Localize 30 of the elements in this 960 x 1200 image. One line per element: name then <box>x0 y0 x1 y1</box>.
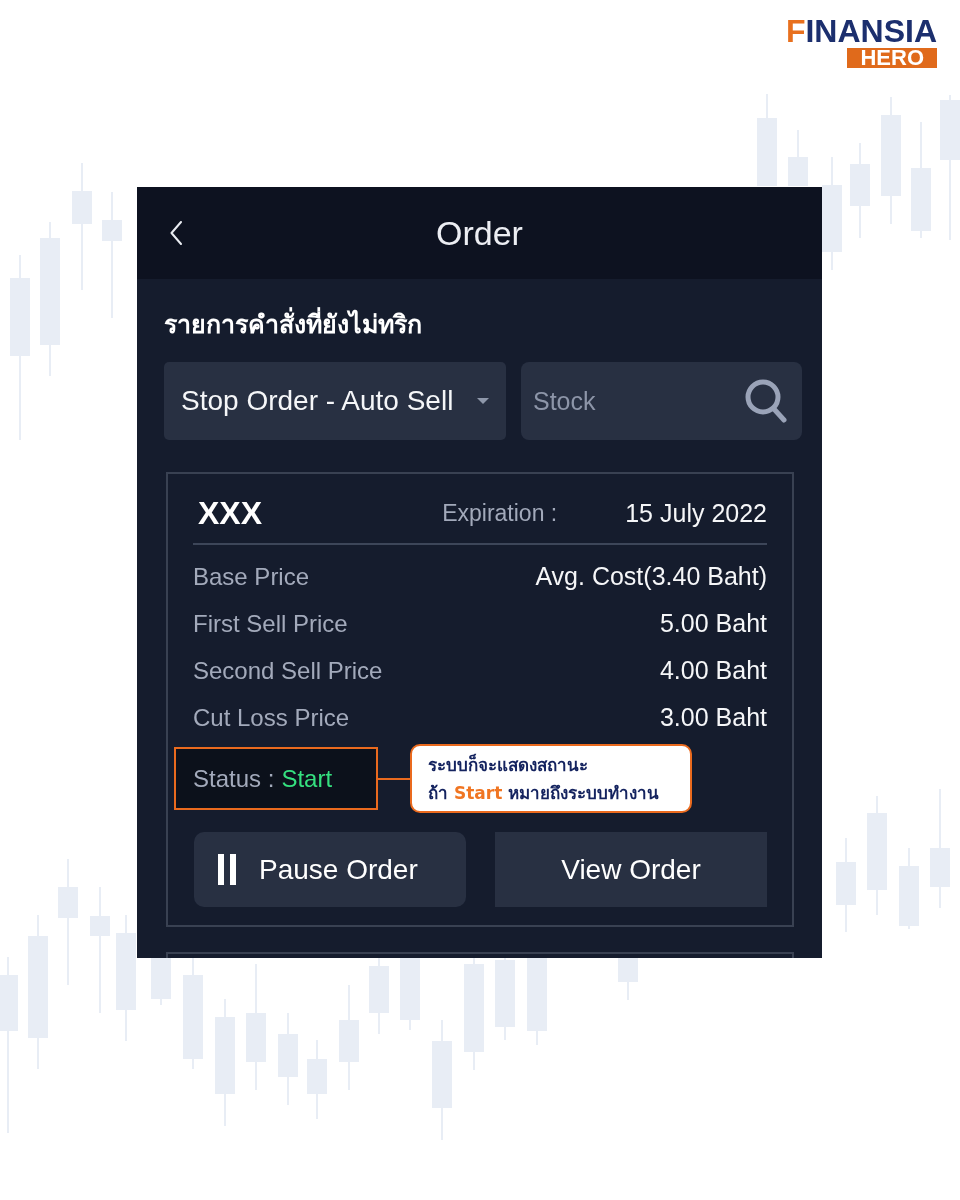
view-order-button[interactable]: View Order <box>495 832 767 907</box>
chevron-left-icon <box>170 221 182 245</box>
callout-note: ระบบก็จะแสดงสถานะ ถ้า Start หมายถึงระบบทำงาน <box>410 744 692 813</box>
screen-title: Order <box>436 213 523 253</box>
pause-icon <box>218 854 236 885</box>
price-value: 4.00 Baht <box>659 656 767 685</box>
price-label: First Sell Price <box>193 609 348 638</box>
status-label: Status : <box>193 764 275 793</box>
price-value: Avg. Cost(3.40 Baht) <box>535 562 767 591</box>
stock-symbol: XXX <box>198 494 263 532</box>
caret-icon <box>477 398 489 404</box>
logo-wordmark: FINANSIA <box>785 14 937 48</box>
pause-order-button[interactable]: Pause Order <box>194 832 466 907</box>
price-label: Second Sell Price <box>193 656 383 685</box>
section-title: รายการคำสั่งที่ยังไม่ทริก <box>164 300 422 350</box>
candlestick <box>151 955 171 1005</box>
candlestick <box>618 955 638 1000</box>
order-type-dropdown[interactable]: Stop Order - Auto Sell <box>164 362 506 440</box>
status-value: Start <box>281 764 333 793</box>
back-button[interactable] <box>168 219 184 247</box>
expiration-label: Expiration : <box>442 499 558 527</box>
expiration-date: 15 July 2022 <box>625 498 767 528</box>
search-icon[interactable] <box>745 379 787 423</box>
logo-badge: HERO <box>847 48 937 68</box>
price-label: Cut Loss Price <box>193 703 350 732</box>
price-value: 3.00 Baht <box>659 703 767 732</box>
price-value: 5.00 Baht <box>659 609 767 638</box>
search-field[interactable]: Stock <box>521 362 802 440</box>
price-label: Base Price <box>193 562 310 591</box>
candlestick <box>788 130 808 186</box>
